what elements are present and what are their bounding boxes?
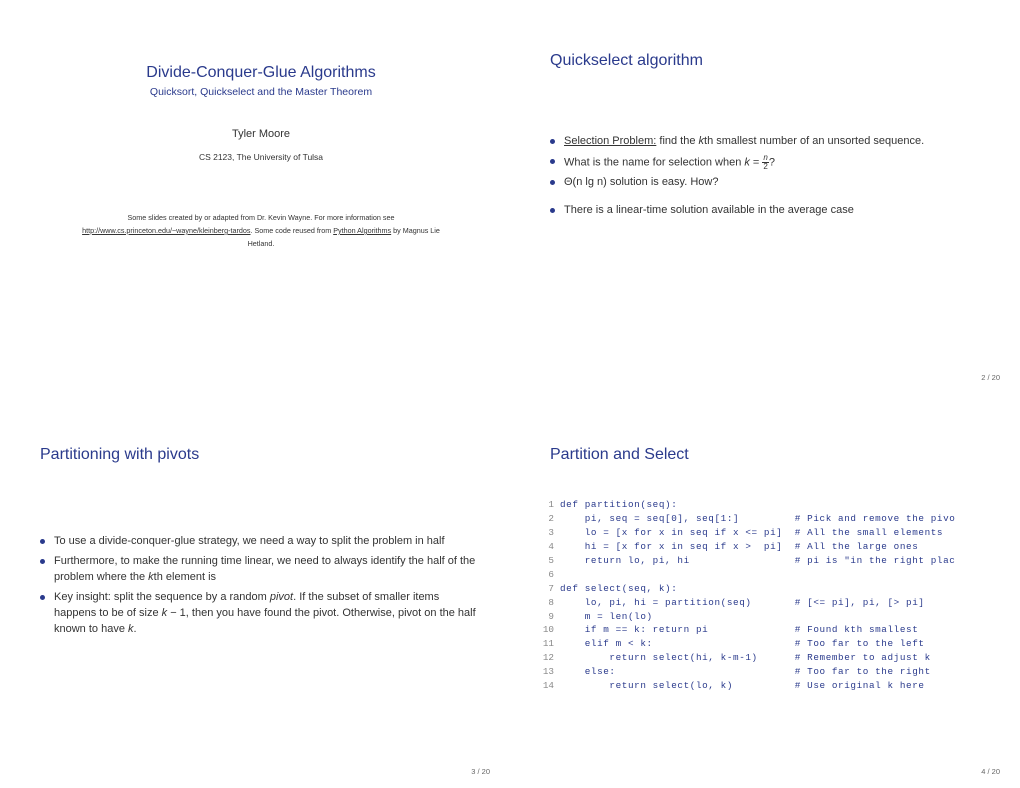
slide-1-title: Divide-Conquer-Glue Algorithms: [40, 64, 482, 82]
code-l8: lo, pi, hi = partition(seq) # [<= pi], p…: [560, 597, 925, 608]
credits-line-2b: by Magnus Lie: [391, 226, 440, 235]
page-number-3: 3 / 20: [471, 767, 490, 776]
bullet-selection-problem: Selection Problem: find the kth smallest…: [550, 134, 992, 150]
code-l9: m = len(lo): [560, 611, 653, 622]
credits-url: http://www.cs.princeton.edu/~wayne/klein…: [82, 226, 250, 235]
bullet-identify: Furthermore, to make the running time li…: [40, 554, 482, 586]
slide-1-affiliation: CS 2123, The University of Tulsa: [40, 152, 482, 162]
slide-3: Partitioning with pivots To use a divide…: [0, 394, 510, 788]
code-l12: return select(hi, k-m-1) # Remember to a…: [560, 652, 931, 663]
b3p: pivot: [270, 591, 293, 603]
credits-line-3: Hetland.: [248, 239, 275, 248]
slide-1-subtitle: Quicksort, Quickselect and the Master Th…: [40, 86, 482, 98]
slide-1-credits: Some slides created by or adapted from D…: [40, 212, 482, 251]
slide-2-title: Quickselect algorithm: [550, 52, 992, 70]
b2b: th element is: [154, 571, 216, 583]
bullet-split: To use a divide-conquer-glue strategy, w…: [40, 534, 482, 550]
slide-3-bullets: To use a divide-conquer-glue strategy, w…: [40, 534, 482, 638]
credits-line-2a: . Some code reused from: [251, 226, 334, 235]
code-l4: hi = [x for x in seq if x > pi] # All th…: [560, 541, 918, 552]
page-number-4: 4 / 20: [981, 767, 1000, 776]
slide-4-title: Partition and Select: [550, 446, 992, 464]
bullet-linear: There is a linear-time solution availabl…: [550, 203, 992, 219]
bullet-key-insight: Key insight: split the sequence by a ran…: [40, 590, 482, 638]
code-l13: else: # Too far to the right: [560, 666, 931, 677]
b2a: Furthermore, to make the running time li…: [54, 555, 475, 583]
code-block: 1def partition(seq): 2 pi, seq = seq[0],…: [540, 498, 992, 693]
slide-1: Divide-Conquer-Glue Algorithms Quicksort…: [0, 0, 510, 394]
code-l7: def select(seq, k):: [560, 583, 677, 594]
b2-q: ?: [769, 156, 775, 168]
slide-1-author: Tyler Moore: [40, 128, 482, 140]
bullet-theta: Θ(n lg n) solution is easy. How?: [550, 175, 992, 191]
slide-3-title: Partitioning with pivots: [40, 446, 482, 464]
code-l1: def partition(seq):: [560, 499, 677, 510]
page-number-2: 2 / 20: [981, 373, 1000, 382]
code-l14: return select(lo, k) # Use original k he…: [560, 680, 925, 691]
sp-label: Selection Problem:: [564, 135, 656, 147]
code-l3: lo = [x for x in seq if x <= pi] # All t…: [560, 527, 943, 538]
slide-2: Quickselect algorithm Selection Problem:…: [510, 0, 1020, 394]
b2-t1: What is the name for selection when: [564, 156, 744, 168]
b3-text: Θ(n lg n) solution is easy. How?: [564, 176, 718, 188]
code-l2: pi, seq = seq[0], seq[1:] # Pick and rem…: [560, 513, 955, 524]
code-l11: elif m < k: # Too far to the left: [560, 638, 925, 649]
b3a: Key insight: split the sequence by a ran…: [54, 591, 270, 603]
b3d: .: [134, 623, 137, 635]
credits-book: Python Algorithms: [333, 226, 391, 235]
b1-text: To use a divide-conquer-glue strategy, w…: [54, 535, 445, 547]
b4-text: There is a linear-time solution availabl…: [564, 204, 854, 216]
credits-line-1: Some slides created by or adapted from D…: [128, 213, 395, 222]
code-l5: return lo, pi, hi # pi is "in the right …: [560, 555, 955, 566]
bullet-median: What is the name for selection when k = …: [550, 154, 992, 171]
sp-t2: th smallest number of an unsorted sequen…: [704, 135, 924, 147]
b2-eq: =: [750, 156, 763, 168]
code-l10: if m == k: return pi # Found kth smalles…: [560, 624, 918, 635]
slide-2-bullets: Selection Problem: find the kth smallest…: [550, 134, 992, 219]
sp-t1: find the: [656, 135, 698, 147]
slide-4: Partition and Select 1def partition(seq)…: [510, 394, 1020, 788]
